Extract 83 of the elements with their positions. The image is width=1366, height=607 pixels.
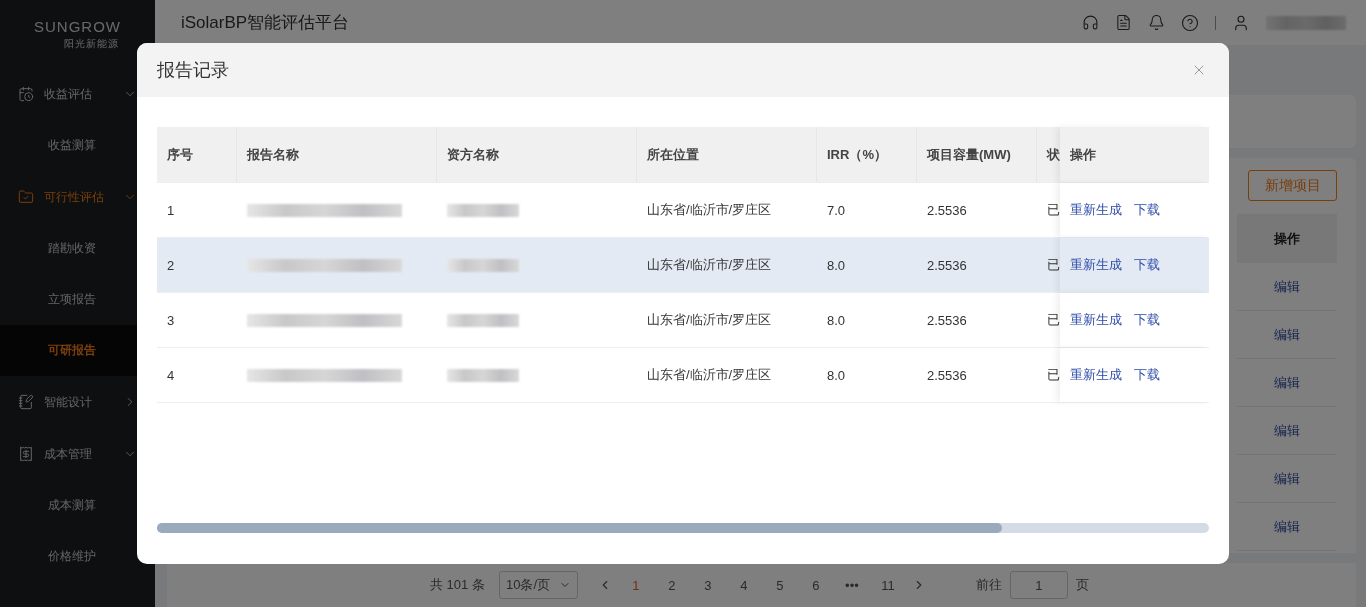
- calendar-clock-icon: [18, 86, 34, 102]
- blurred-text: [447, 258, 519, 272]
- edit-link[interactable]: 编辑: [1274, 277, 1300, 296]
- page-number[interactable]: 1: [617, 577, 654, 593]
- edit-link[interactable]: 编辑: [1274, 373, 1300, 392]
- column-header: 资方名称: [437, 127, 637, 182]
- horizontal-scrollbar[interactable]: [157, 523, 1209, 533]
- action-link[interactable]: 重新生成: [1070, 366, 1122, 384]
- action-link[interactable]: 下载: [1134, 201, 1160, 219]
- menu-group[interactable]: 成本管理: [0, 428, 155, 480]
- table-cell-text: 8.0: [826, 256, 847, 275]
- page-number[interactable]: •••: [833, 577, 870, 593]
- table-row[interactable]: 4 山东省/临沂市/罗庄区 8.0 2.5536 已 重新生成 下载: [157, 348, 1209, 403]
- action-link[interactable]: 下载: [1134, 311, 1160, 329]
- document-icon[interactable]: [1115, 14, 1132, 31]
- folder-check-icon: [18, 189, 34, 205]
- add-project-button[interactable]: 新增项目: [1248, 170, 1337, 201]
- table-cell-text: 2.5536: [926, 201, 968, 220]
- table-cell-text: 已: [1046, 201, 1060, 219]
- menu-group[interactable]: 收益评估: [0, 68, 155, 120]
- column-header: 序号: [157, 127, 237, 182]
- table-cell-text: 已: [1046, 256, 1060, 274]
- action-link[interactable]: 下载: [1134, 256, 1160, 274]
- menu-group[interactable]: 智能设计: [0, 376, 155, 428]
- app-title: iSolarBP智能评估平台: [181, 12, 351, 34]
- brand-logo: SUNGROW: [34, 17, 121, 35]
- table-row[interactable]: 1 山东省/临沂市/罗庄区 7.0 2.5536 已 重新生成 下载: [157, 183, 1209, 238]
- menu-group[interactable]: 可行性评估: [0, 171, 155, 223]
- edit-link[interactable]: 编辑: [1274, 421, 1300, 440]
- table-cell-text: 已: [1046, 311, 1060, 329]
- table-cell-text: 1: [166, 201, 176, 220]
- page-number[interactable]: 11: [869, 577, 906, 593]
- action-link[interactable]: 重新生成: [1070, 311, 1122, 329]
- blurred-text: [447, 368, 519, 382]
- jump-page-field[interactable]: 1: [1009, 571, 1068, 599]
- table-row[interactable]: 2 山东省/临沂市/罗庄区 8.0 2.5536 已 重新生成 下载: [157, 238, 1209, 293]
- table-cell-text: 山东省/临沂市/罗庄区: [646, 256, 773, 274]
- column-header: 报告名称: [237, 127, 437, 182]
- table-cell-text: 山东省/临沂市/罗庄区: [646, 201, 773, 219]
- page-number[interactable]: 3: [689, 577, 726, 593]
- headset-icon[interactable]: [1082, 14, 1099, 31]
- jump-unit: 页: [1075, 576, 1089, 594]
- edit-link[interactable]: 编辑: [1274, 469, 1300, 488]
- notebook-pen-icon: [18, 394, 34, 410]
- column-header: 状: [1045, 145, 1060, 164]
- table-cell-text: 2.5536: [926, 311, 968, 330]
- jump-label: 前往: [975, 576, 1002, 594]
- table-cell-text: 2.5536: [926, 256, 968, 275]
- table-cell-text: 3: [166, 311, 176, 330]
- bell-icon[interactable]: [1148, 14, 1165, 31]
- table-cell-text: 山东省/临沂市/罗庄区: [646, 311, 773, 329]
- table-cell-text: 4: [166, 366, 176, 385]
- action-link[interactable]: 重新生成: [1070, 201, 1122, 219]
- page-size-select[interactable]: 10条/页: [498, 571, 578, 599]
- blurred-text: [447, 313, 519, 327]
- column-header: 项目容量(MW): [917, 127, 1037, 182]
- table-cell-text: 2.5536: [926, 366, 968, 385]
- help-icon[interactable]: [1181, 13, 1199, 32]
- table-cell-text: 山东省/临沂市/罗庄区: [646, 366, 773, 384]
- column-header: IRR（%）: [817, 127, 917, 182]
- page-number[interactable]: 5: [761, 577, 798, 593]
- page-number[interactable]: 2: [653, 577, 690, 593]
- table-cell-text: 7.0: [826, 201, 847, 220]
- action-link[interactable]: 重新生成: [1070, 256, 1122, 274]
- column-header: 操作: [1060, 127, 1209, 182]
- table-cell-text: 已: [1046, 366, 1060, 384]
- edit-link[interactable]: 编辑: [1274, 325, 1300, 344]
- total-count: 共 101 条: [430, 576, 485, 594]
- column-header: 操作: [1237, 214, 1337, 263]
- user-icon[interactable]: [1232, 13, 1250, 32]
- dialog-title: 报告记录: [157, 59, 229, 82]
- blurred-text: [447, 203, 519, 217]
- brand-tagline: 阳光新能源: [64, 36, 119, 51]
- page-number[interactable]: 4: [725, 577, 762, 593]
- receipt-icon: [18, 446, 34, 462]
- action-link[interactable]: 下载: [1134, 366, 1160, 384]
- edit-link[interactable]: 编辑: [1274, 517, 1300, 536]
- table-row[interactable]: 3 山东省/临沂市/罗庄区 8.0 2.5536 已 重新生成 下载: [157, 293, 1209, 348]
- table-cell-text: 2: [166, 256, 176, 275]
- table-cell-text: 8.0: [826, 311, 847, 330]
- table-cell-text: 8.0: [826, 366, 847, 385]
- column-header: 所在位置: [637, 127, 817, 182]
- page-number[interactable]: 6: [797, 577, 834, 593]
